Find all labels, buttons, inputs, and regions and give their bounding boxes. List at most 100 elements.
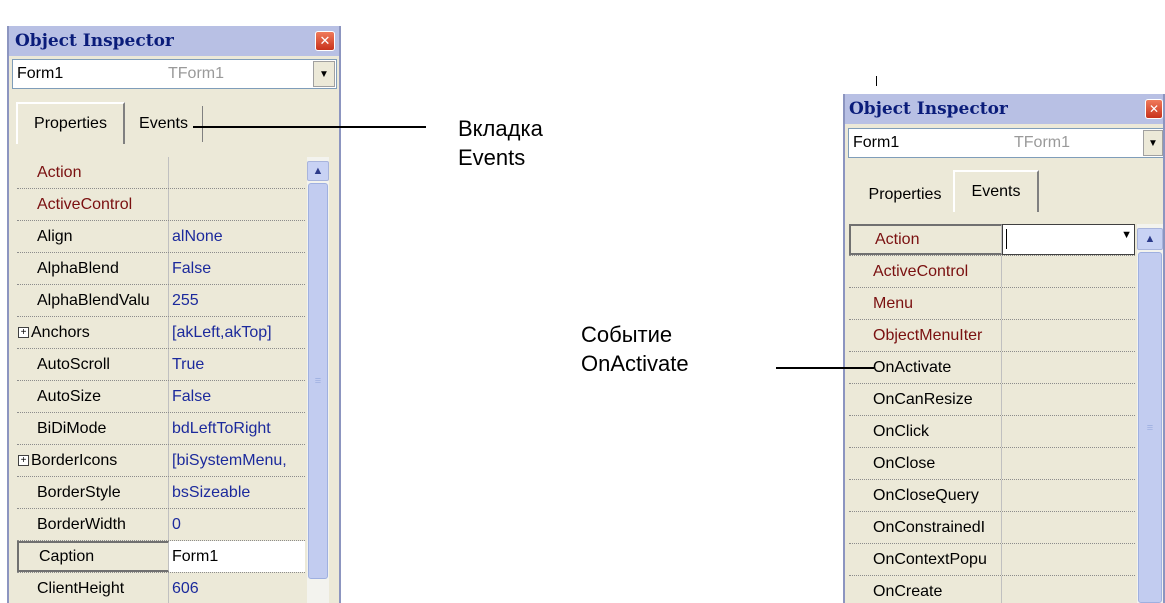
grid-row[interactable]: OnContextPopu	[849, 544, 1135, 576]
grid-row[interactable]: ClientHeight 606	[17, 573, 305, 603]
grid-row-value[interactable]	[1002, 256, 1135, 287]
grid-row-value-text: bsSizeable	[172, 483, 251, 501]
grid-row-value[interactable]: bsSizeable	[169, 477, 305, 508]
grid-row-value[interactable]	[169, 157, 305, 188]
tab-properties[interactable]: Properties	[16, 102, 125, 144]
annotation-events-tab: Вкладка Events	[458, 114, 543, 172]
object-selector[interactable]: Form1 TForm1 ▼	[848, 128, 1163, 158]
chevron-down-icon[interactable]: ▼	[313, 61, 335, 87]
grid-row-value[interactable]: 0	[169, 509, 305, 540]
grid-row-label: AutoScroll	[37, 355, 110, 373]
grid-row[interactable]: OnCloseQuery	[849, 480, 1135, 512]
grid-row-value[interactable]	[1002, 320, 1135, 351]
grid-row-value[interactable]: False	[169, 381, 305, 412]
inspector-title-bar: Object Inspector ✕	[845, 94, 1163, 124]
plus-box-icon[interactable]: +	[18, 455, 29, 466]
vertical-scrollbar[interactable]: ▲ ≡	[307, 157, 329, 603]
grid-row[interactable]: Action ▼	[849, 224, 1135, 256]
grid-row-value-text: [biSystemMenu,	[172, 451, 287, 469]
grid-row[interactable]: + BorderIcons [biSystemMenu,	[17, 445, 305, 477]
grid-row-label: ActiveControl	[873, 262, 969, 280]
grid-row-name: Caption	[17, 541, 169, 572]
grid-row[interactable]: BiDiMode bdLeftToRight	[17, 413, 305, 445]
grid-row[interactable]: ObjectMenuIter	[849, 320, 1135, 352]
chevron-up-icon[interactable]: ▲	[307, 161, 329, 181]
grid-row[interactable]: BorderStyle bsSizeable	[17, 477, 305, 509]
grid-row[interactable]: Action	[17, 157, 305, 189]
grid-row[interactable]: OnCanResize	[849, 384, 1135, 416]
grid-row[interactable]: Caption Form1	[17, 541, 305, 573]
annotation-line-2: Events	[458, 145, 526, 170]
close-icon[interactable]: ✕	[315, 31, 335, 51]
tab-properties[interactable]: Properties	[857, 178, 953, 212]
grid-row[interactable]: OnClose	[849, 448, 1135, 480]
grid-row[interactable]: ActiveControl	[17, 189, 305, 221]
grid-row-value[interactable]: [biSystemMenu,	[169, 445, 305, 476]
grid-row-value[interactable]	[1002, 448, 1135, 479]
grid-row[interactable]: + Anchors [akLeft,akTop]	[17, 317, 305, 349]
vertical-scrollbar[interactable]: ▲ ≡	[1137, 224, 1163, 603]
grid-row-name: ClientHeight	[17, 573, 169, 603]
grid-row[interactable]: Menu	[849, 288, 1135, 320]
grid-row[interactable]: AutoSize False	[17, 381, 305, 413]
grid-row[interactable]: OnClick	[849, 416, 1135, 448]
grid-row[interactable]: BorderWidth 0	[17, 509, 305, 541]
grid-row-value[interactable]	[1002, 544, 1135, 575]
grid-row-value[interactable]	[1002, 288, 1135, 319]
grid-row-name: Action	[17, 157, 169, 188]
grid-row-value[interactable]	[169, 189, 305, 220]
grid-row-value[interactable]	[1002, 512, 1135, 543]
grid-row-value[interactable]	[1002, 416, 1135, 447]
grid-row-label: AlphaBlendValu	[37, 291, 150, 309]
plus-box-icon[interactable]: +	[18, 327, 29, 338]
grid-row-value[interactable]: 606	[169, 573, 305, 603]
tab-events[interactable]: Events	[953, 170, 1039, 212]
chevron-down-icon[interactable]: ▼	[1143, 130, 1163, 156]
grid-row-value[interactable]	[1002, 384, 1135, 415]
inspector-tabs: Properties Events	[845, 170, 1163, 214]
right-object-inspector: Object Inspector ✕ Form1 TForm1 ▼ Proper…	[843, 94, 1165, 603]
grid-row-label: OnCanResize	[873, 390, 973, 408]
grid-row-name: AutoScroll	[17, 349, 169, 380]
grid-row-value-text: False	[172, 259, 212, 277]
grid-row-label: Align	[37, 227, 73, 245]
object-name: Form1	[17, 65, 64, 82]
grid-row-value[interactable]: False	[169, 253, 305, 284]
grid-row[interactable]: AlphaBlend False	[17, 253, 305, 285]
close-icon[interactable]: ✕	[1145, 99, 1163, 119]
grid-row[interactable]: Align alNone	[17, 221, 305, 253]
grid-row-value[interactable]: alNone	[169, 221, 305, 252]
grid-row[interactable]: OnActivate	[849, 352, 1135, 384]
grid-row-value[interactable]	[1002, 352, 1135, 383]
scrollbar-thumb[interactable]: ≡	[1138, 252, 1162, 603]
grid-row-value[interactable]: bdLeftToRight	[169, 413, 305, 444]
chevron-up-icon[interactable]: ▲	[1137, 228, 1163, 250]
tab-events[interactable]: Events	[125, 106, 203, 142]
grid-row[interactable]: OnCreate	[849, 576, 1135, 603]
grid-row[interactable]: ActiveControl	[849, 256, 1135, 288]
grid-row-value[interactable]	[1002, 480, 1135, 511]
grid-row-value-text: alNone	[172, 227, 223, 245]
grid-row-label: AlphaBlend	[37, 259, 119, 277]
chevron-down-icon[interactable]: ▼	[1121, 229, 1132, 241]
grid-row-value[interactable]	[1002, 576, 1135, 603]
left-object-inspector: Object Inspector ✕ Form1 TForm1 ▼ Proper…	[7, 26, 341, 603]
grid-row-value[interactable]: [akLeft,akTop]	[169, 317, 305, 348]
property-grid: Action ActiveControl Align alNone AlphaBlend…	[17, 157, 305, 603]
object-selector[interactable]: Form1 TForm1 ▼	[12, 59, 337, 89]
grid-row-label: OnCreate	[873, 582, 943, 600]
grid-row-value[interactable]: True	[169, 349, 305, 380]
grid-row-label: AutoSize	[37, 387, 102, 405]
grid-row-label: BiDiMode	[37, 419, 107, 437]
grid-row-label: Menu	[873, 294, 914, 312]
grid-row[interactable]: AlphaBlendValu 255	[17, 285, 305, 317]
grid-row-value-text: False	[172, 387, 212, 405]
annotation-line-1: Вкладка	[458, 116, 543, 141]
grid-row-name: + BorderIcons	[17, 445, 169, 476]
grid-row-value[interactable]: ▼	[1002, 224, 1135, 255]
grid-row-value[interactable]: 255	[169, 285, 305, 316]
scrollbar-thumb[interactable]: ≡	[308, 183, 328, 579]
grid-row-value[interactable]: Form1	[169, 541, 305, 572]
grid-row[interactable]: OnConstrainedI	[849, 512, 1135, 544]
grid-row[interactable]: AutoScroll True	[17, 349, 305, 381]
